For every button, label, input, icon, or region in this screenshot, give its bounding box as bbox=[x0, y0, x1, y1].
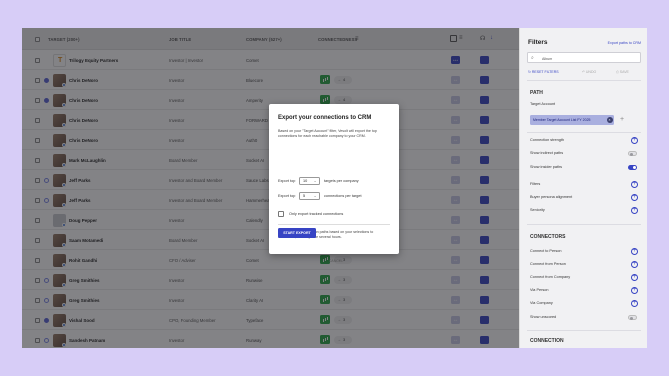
connect-to-person-label: Connect to Person bbox=[530, 249, 562, 253]
export-modal: Export your connections to CRM Based on … bbox=[269, 104, 399, 263]
add-via-person-icon[interactable]: + bbox=[631, 287, 638, 294]
via-person-label: Via Person bbox=[530, 288, 549, 292]
targets-count-select[interactable]: 10 ⌄ bbox=[299, 177, 320, 185]
cancel-button[interactable]: CANCEL bbox=[324, 256, 348, 266]
modal-description: Based on your "Target Account" filter, V… bbox=[278, 129, 377, 138]
target-account-chip-label: Member Target Account List FY 2025 bbox=[533, 118, 591, 122]
tracked-only-checkbox[interactable] bbox=[278, 211, 284, 217]
add-target-icon[interactable]: + bbox=[620, 116, 624, 123]
connect-from-company-label: Connect from Company bbox=[530, 275, 571, 279]
filters-title: Filters bbox=[528, 39, 548, 46]
connection-heading: CONNECTION bbox=[530, 338, 564, 344]
show-unscored-label: Show unscored bbox=[530, 315, 557, 319]
show-indirect-label: Show indirect paths bbox=[530, 151, 564, 155]
chevron-down-icon: ⌄ bbox=[313, 179, 317, 183]
connections-table: TARGET (200+) JOB TITLE COMPANY (527+) C… bbox=[22, 28, 519, 348]
divider bbox=[527, 224, 641, 225]
export-top-label: Export top bbox=[278, 179, 296, 183]
filters-label: Filters bbox=[530, 182, 541, 186]
connectors-heading: CONNECTORS bbox=[530, 234, 566, 240]
show-insider-label: Show insider paths bbox=[530, 165, 563, 169]
add-via-company-icon[interactable]: + bbox=[631, 300, 638, 307]
divider bbox=[527, 132, 641, 133]
show-insider-toggle[interactable] bbox=[628, 165, 637, 170]
add-connect-from-person-icon[interactable]: + bbox=[631, 261, 638, 268]
connect-from-person-label: Connect from Person bbox=[530, 262, 566, 266]
target-account-chip[interactable]: Member Target Account List FY 2025 × bbox=[530, 115, 614, 125]
add-seniority-icon[interactable]: + bbox=[631, 207, 638, 214]
reset-filters-button[interactable]: ↻ RESET FILTERS bbox=[528, 70, 559, 74]
modal-divider bbox=[278, 224, 390, 225]
connections-count-value: 5 bbox=[303, 194, 306, 198]
add-connection-strength-icon[interactable]: + bbox=[631, 137, 638, 144]
add-connect-to-person-icon[interactable]: + bbox=[631, 248, 638, 255]
tracked-only-label: Only export tracked connections bbox=[289, 211, 344, 216]
add-buyer-persona-icon[interactable]: + bbox=[631, 194, 638, 201]
chevron-down-icon: ⌄ bbox=[313, 194, 317, 198]
filter-search-input[interactable]: ⌕ Album bbox=[527, 52, 641, 63]
seniority-label: Seniority bbox=[530, 208, 545, 212]
undo-label: UNDO bbox=[585, 70, 597, 74]
buyer-persona-label: Buyer persona alignment bbox=[530, 195, 573, 199]
undo-button[interactable]: ↶ UNDO bbox=[582, 70, 596, 74]
search-icon: ⌕ bbox=[531, 54, 534, 61]
target-account-label: Target Account bbox=[530, 102, 556, 106]
add-connect-from-company-icon[interactable]: + bbox=[631, 274, 638, 281]
divider bbox=[527, 80, 641, 81]
filter-search-value: Album bbox=[542, 56, 553, 61]
divider bbox=[527, 330, 641, 331]
connections-count-select[interactable]: 5 ⌄ bbox=[299, 192, 320, 200]
targets-suffix: targets per company bbox=[324, 179, 359, 183]
via-company-label: Via Company bbox=[530, 301, 553, 305]
app-window: TARGET (200+) JOB TITLE COMPANY (527+) C… bbox=[22, 28, 647, 348]
add-filter-icon[interactable]: + bbox=[631, 181, 638, 188]
start-export-button[interactable]: START EXPORT bbox=[278, 228, 316, 238]
reset-filters-label: RESET FILTERS bbox=[531, 70, 559, 74]
save-label: SAVE bbox=[619, 70, 629, 74]
export-top-label: Export top bbox=[278, 194, 296, 198]
export-paths-link[interactable]: Export paths to CRM bbox=[608, 41, 641, 45]
connections-suffix: connections per target bbox=[324, 194, 362, 198]
save-button[interactable]: ⎙ SAVE bbox=[616, 70, 629, 74]
modal-overlay[interactable]: Export your connections to CRM Based on … bbox=[22, 28, 519, 348]
connection-strength-label: Connection strength bbox=[530, 138, 564, 142]
path-heading: PATH bbox=[530, 90, 543, 96]
filters-panel: Filters Export paths to CRM ⌕ Album ↻ RE… bbox=[519, 28, 647, 348]
show-unscored-toggle[interactable] bbox=[628, 315, 637, 321]
show-indirect-toggle[interactable] bbox=[628, 151, 637, 157]
close-icon[interactable]: × bbox=[606, 117, 613, 123]
targets-count-value: 10 bbox=[303, 179, 308, 183]
modal-title: Export your connections to CRM bbox=[278, 115, 372, 121]
